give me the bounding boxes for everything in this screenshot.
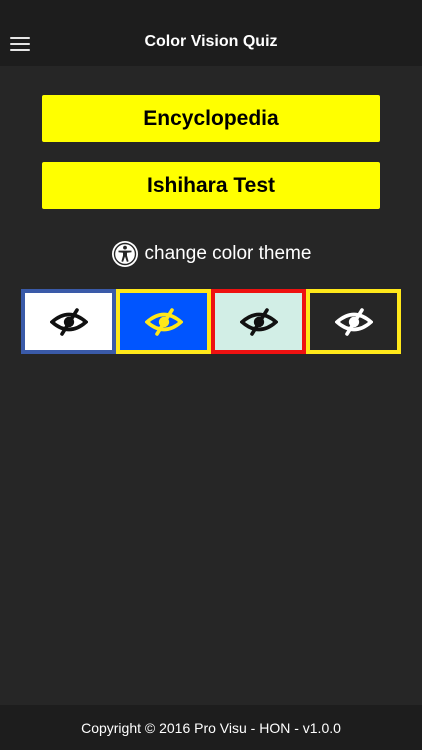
theme-swatch-dark[interactable]: [306, 289, 401, 354]
accessibility-icon: [111, 241, 138, 267]
change-color-theme-button[interactable]: change color theme: [0, 239, 422, 269]
eye-slash-icon: [49, 307, 88, 336]
theme-swatch-mint[interactable]: [211, 289, 306, 354]
eye-slash-icon: [239, 307, 278, 336]
ishihara-test-button[interactable]: Ishihara Test: [42, 162, 380, 209]
copyright-text: Copyright © 2016 Pro Visu - HON - v1.0.0: [81, 719, 341, 736]
app-screen: Color Vision Quiz Encyclopedia Ishihara …: [0, 0, 422, 750]
page-title: Color Vision Quiz: [144, 33, 278, 50]
footer-bar: Copyright © 2016 Pro Visu - HON - v1.0.0: [0, 705, 422, 750]
eye-slash-icon: [144, 307, 183, 336]
theme-swatch-white[interactable]: [21, 289, 116, 354]
encyclopedia-button[interactable]: Encyclopedia: [42, 95, 380, 142]
change-color-theme-label: change color theme: [144, 243, 312, 264]
theme-swatch-blue[interactable]: [116, 289, 211, 354]
top-navigation-bar: Color Vision Quiz: [0, 0, 422, 66]
eye-slash-icon: [334, 307, 373, 336]
